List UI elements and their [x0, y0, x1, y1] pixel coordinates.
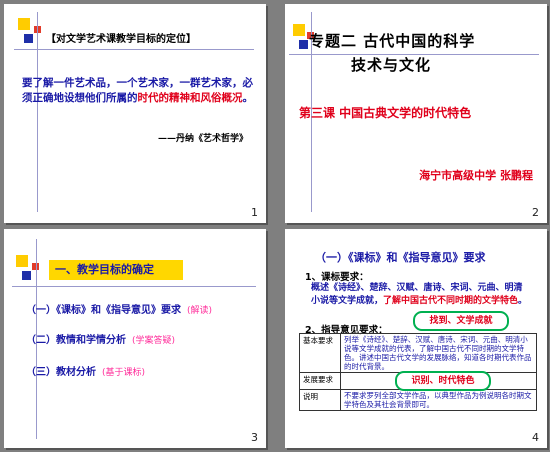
table-row: 说明 不要求罗列全部文学作品，以典型作品为例说明各时期文学特色及其社会背景即可。	[299, 389, 537, 411]
decor-square-blue	[24, 34, 33, 43]
table-row: 基本要求 列举《诗经》、楚辞、汉赋、唐诗、宋词、元曲、明清小说等文学成就的代表，…	[299, 333, 537, 373]
slide-3-thumbnail[interactable]: 一、教学目标的确定 （一）《课标》和《指导意见》要求 (解读) （二）教情和学情分…	[4, 229, 266, 448]
decor-vertical-line	[37, 12, 38, 212]
slide-number: 4	[532, 431, 539, 444]
list-item-text: （二）教情和学情分析	[26, 335, 126, 346]
table-cell-label: 说明	[299, 389, 341, 411]
section-heading: 1、课标要求：	[305, 272, 369, 283]
slide-2-title-line-2: 技术与文化	[351, 56, 432, 74]
list-item-text: （三）教材分析	[26, 367, 96, 378]
slide-1-thumbnail[interactable]: 【对文学艺术课教学目标的定位】 要了解一件艺术品，一个艺术家，一群艺术家，必须正…	[4, 4, 266, 223]
list-item-note: (基于课标)	[102, 368, 146, 378]
watermark-url: www.ht88.com	[396, 436, 489, 449]
slide-2-thumbnail[interactable]: 专题二 古代中国的科学 技术与文化 第三课 中国古典文学的时代特色 海宁市高级中…	[285, 4, 547, 223]
slide-number: 1	[251, 206, 258, 219]
decor-square-yellow	[16, 255, 28, 267]
table-cell-label: 发展要求	[299, 372, 341, 390]
decor-horizontal-line	[12, 286, 256, 287]
decor-horizontal-line	[14, 49, 254, 50]
slide-2-author: 海宁市高级中学 张鹏程	[419, 169, 533, 182]
table-cell-content: 不要求罗列全部文学作品，以典型作品为例说明各时期文学特色及其社会背景即可。	[340, 389, 537, 411]
table-cell-label: 基本要求	[299, 333, 341, 373]
quote-signature: ——丹纳《艺术哲学》	[157, 134, 248, 144]
list-item-text: （一）《课标》和《指导意见》要求	[26, 305, 181, 316]
quote-highlight: 时代的精神和风俗概况	[137, 92, 243, 104]
decor-square-blue	[22, 271, 31, 280]
requirement-highlight: 了解中国古代不同时期的文学特色	[383, 296, 519, 306]
slide-number: 3	[251, 431, 258, 444]
quote-end: 。	[242, 92, 254, 104]
slide-number: 2	[532, 206, 539, 219]
ballot-box-icon: ☐	[289, 434, 299, 447]
list-item: （三）教材分析 (基于课标)	[26, 363, 145, 378]
list-item-note: (学案答疑)	[132, 336, 176, 346]
curriculum-requirement: 概述《诗经》、楚辞、汉赋、唐诗、宋词、元曲、明清小说等文学成就，了解中国古代不同…	[311, 282, 531, 308]
decor-square-yellow	[18, 18, 30, 30]
decor-square-yellow	[293, 24, 305, 36]
list-item: （二）教情和学情分析 (学案答疑)	[26, 331, 175, 346]
table-cell-content: 列举《诗经》、楚辞、汉赋、唐诗、宋词、元曲、明清小说等文学成就的代表，了解中国古…	[340, 333, 537, 373]
decor-square-blue	[299, 40, 308, 49]
requirement-end: 。	[518, 296, 528, 306]
slide-4-title: （一）《课标》和《指导意见》要求	[315, 251, 486, 264]
slide-3-heading: 一、教学目标的确定	[49, 260, 183, 280]
slide-1-quote: 要了解一件艺术品，一个艺术家，一群艺术家，必须正确地设想他们所属的时代的精神和风…	[22, 76, 254, 106]
list-item: （一）《课标》和《指导意见》要求 (解读)	[26, 301, 212, 316]
list-item-note: (解读)	[187, 306, 213, 316]
annotation-pill-era: 识别、时代特色	[395, 371, 491, 391]
annotation-pill-literary: 找到、文学成就	[413, 311, 509, 331]
slide-1-title: 【对文学艺术课教学目标的定位】	[46, 34, 196, 45]
slide-2-title-line-1: 专题二 古代中国的科学	[309, 32, 476, 50]
slide-2-subtitle: 第三课 中国古典文学的时代特色	[299, 106, 472, 120]
